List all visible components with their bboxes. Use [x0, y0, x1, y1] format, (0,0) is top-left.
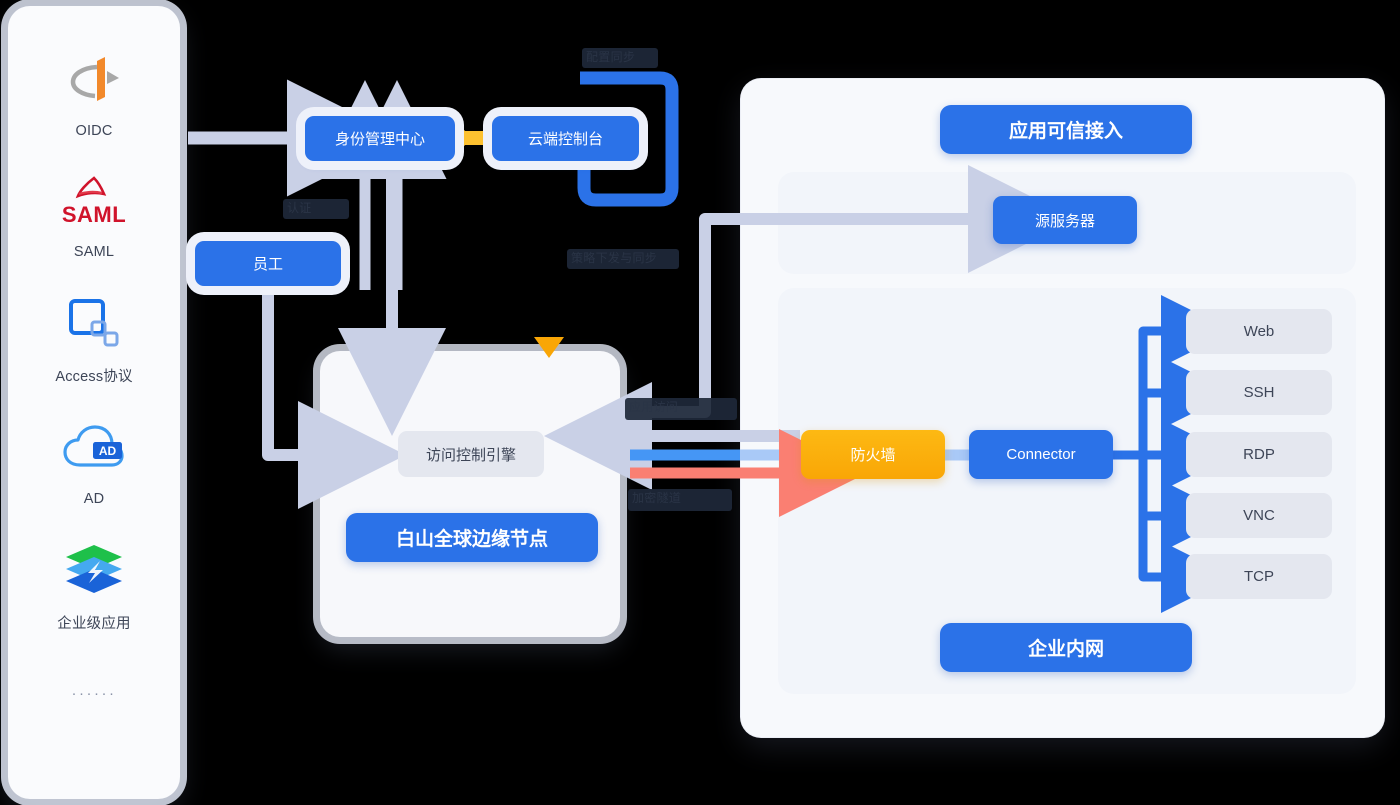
protocol-label: TCP	[1244, 568, 1274, 585]
node-firewall[interactable]: 防火墙	[801, 430, 945, 479]
node-global-edge-node[interactable]: 白山全球边缘节点	[346, 513, 598, 562]
protocol-chip-ssh[interactable]: SSH	[1186, 370, 1332, 415]
node-label: 企业内网	[1027, 639, 1104, 660]
node-trusted-access[interactable]: 应用可信接入	[940, 105, 1192, 154]
node-employee[interactable]: 员工	[195, 241, 341, 286]
node-access-control-engine[interactable]: 访问控制引擎	[398, 431, 544, 477]
architecture-diagram: OIDC SAML SAML Access协议 AD AD 企业级应用 ····…	[0, 0, 1400, 805]
protocol-label: VNC	[1243, 507, 1275, 524]
protocol-chip-web[interactable]: Web	[1186, 309, 1332, 354]
protocol-chip-tcp[interactable]: TCP	[1186, 554, 1332, 599]
node-label: 云端控制台	[527, 131, 603, 148]
protocol-label: RDP	[1243, 446, 1275, 463]
edge-employee-to-edge-node	[262, 288, 406, 509]
node-label: 身份管理中心	[334, 131, 425, 148]
node-label: 访问控制引擎	[425, 446, 516, 464]
edge-connector-to-protocols	[1111, 295, 1233, 613]
edge-label-employee-auth: 认证	[283, 199, 349, 219]
edge-label-console-sync: 配置同步	[582, 48, 658, 68]
node-intranet[interactable]: 企业内网	[940, 623, 1192, 672]
edge-label-policy-push: 策略下发与同步	[567, 249, 679, 269]
protocol-label: SSH	[1243, 384, 1275, 401]
edge-edge-node-to-origin	[622, 165, 1076, 418]
edge-label-app-access: 应用访问	[625, 398, 737, 420]
node-label: 源服务器	[1034, 212, 1095, 230]
node-label: Connector	[1006, 446, 1076, 463]
edge-console-policy-push	[534, 165, 564, 358]
node-origin-server[interactable]: 源服务器	[993, 196, 1137, 244]
edge-label-tunnel: 加密隧道	[628, 489, 732, 511]
protocol-chip-vnc[interactable]: VNC	[1186, 493, 1332, 538]
node-connector[interactable]: Connector	[969, 430, 1113, 479]
node-identity-center[interactable]: 身份管理中心	[305, 116, 455, 161]
node-label: 白山全球边缘节点	[395, 529, 548, 550]
edge-identity-console-sync	[459, 124, 489, 152]
node-label: 应用可信接入	[1008, 121, 1123, 142]
protocol-chip-rdp[interactable]: RDP	[1186, 432, 1332, 477]
node-label: 防火墙	[850, 447, 896, 464]
node-cloud-console[interactable]: 云端控制台	[492, 116, 639, 161]
node-label: 员工	[252, 256, 283, 273]
protocol-label: Web	[1243, 323, 1275, 340]
